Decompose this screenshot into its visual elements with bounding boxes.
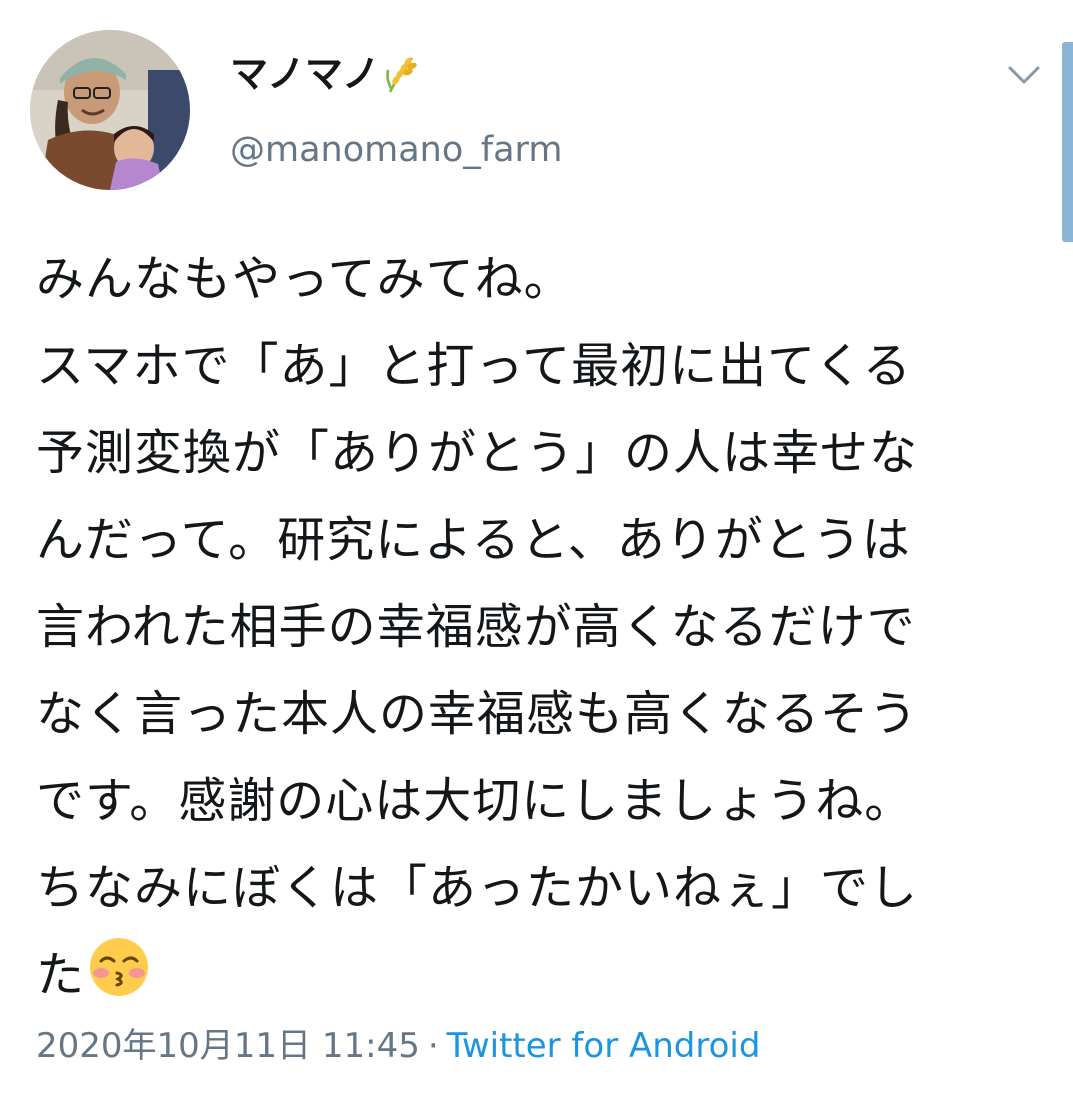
meta-separator: ·	[427, 1026, 439, 1066]
tweet-line: なく言った本人の幸福感も高くなるそう	[36, 686, 919, 742]
display-name-text[interactable]: マノマノ	[230, 52, 380, 96]
kissing-face-with-closed-eyes-icon	[87, 935, 151, 999]
avatar[interactable]	[30, 30, 190, 190]
tweet-line: スマホで「あ」と打って最初に出てくる	[36, 338, 912, 394]
scrollbar[interactable]	[1062, 42, 1073, 242]
tweet-meta: 2020年10月11日 11:45 · Twitter for Android	[36, 1024, 760, 1068]
tweet-line: 言われた相手の幸福感が高くなるだけで	[36, 599, 916, 655]
display-name[interactable]: マノマノ	[230, 52, 562, 96]
tweet-source-link[interactable]: Twitter for Android	[447, 1026, 761, 1066]
user-handle[interactable]: @manomano_farm	[230, 130, 562, 170]
tweet-line-text: た	[36, 947, 86, 1003]
tweet-line: です。感謝の心は大切にしましょうね。	[36, 773, 914, 829]
chevron-down-icon[interactable]	[1004, 60, 1044, 90]
tweet-detail: マノマノ @manomano_farm みんなもやってみてね。 スマホで「あ」と…	[0, 0, 1073, 1104]
tweet-line: 予測変換が「ありがとう」の人は幸せな	[36, 425, 919, 481]
tweet-line: みんなもやってみてね。	[36, 251, 573, 307]
tweet-last-line: た	[36, 932, 1046, 1019]
tweet-line: んだって。研究によると、ありがとうは	[36, 512, 911, 568]
avatar-photo	[30, 30, 190, 190]
author-block[interactable]: マノマノ @manomano_farm	[230, 52, 562, 170]
tweet-line: ちなみにぼくは「あったかいねぇ」でし	[36, 860, 919, 916]
rice-plant-icon	[384, 54, 418, 94]
tweet-text: みんなもやってみてね。 スマホで「あ」と打って最初に出てくる 予測変換が「ありが…	[36, 236, 1046, 1019]
tweet-timestamp[interactable]: 2020年10月11日 11:45	[36, 1026, 420, 1066]
